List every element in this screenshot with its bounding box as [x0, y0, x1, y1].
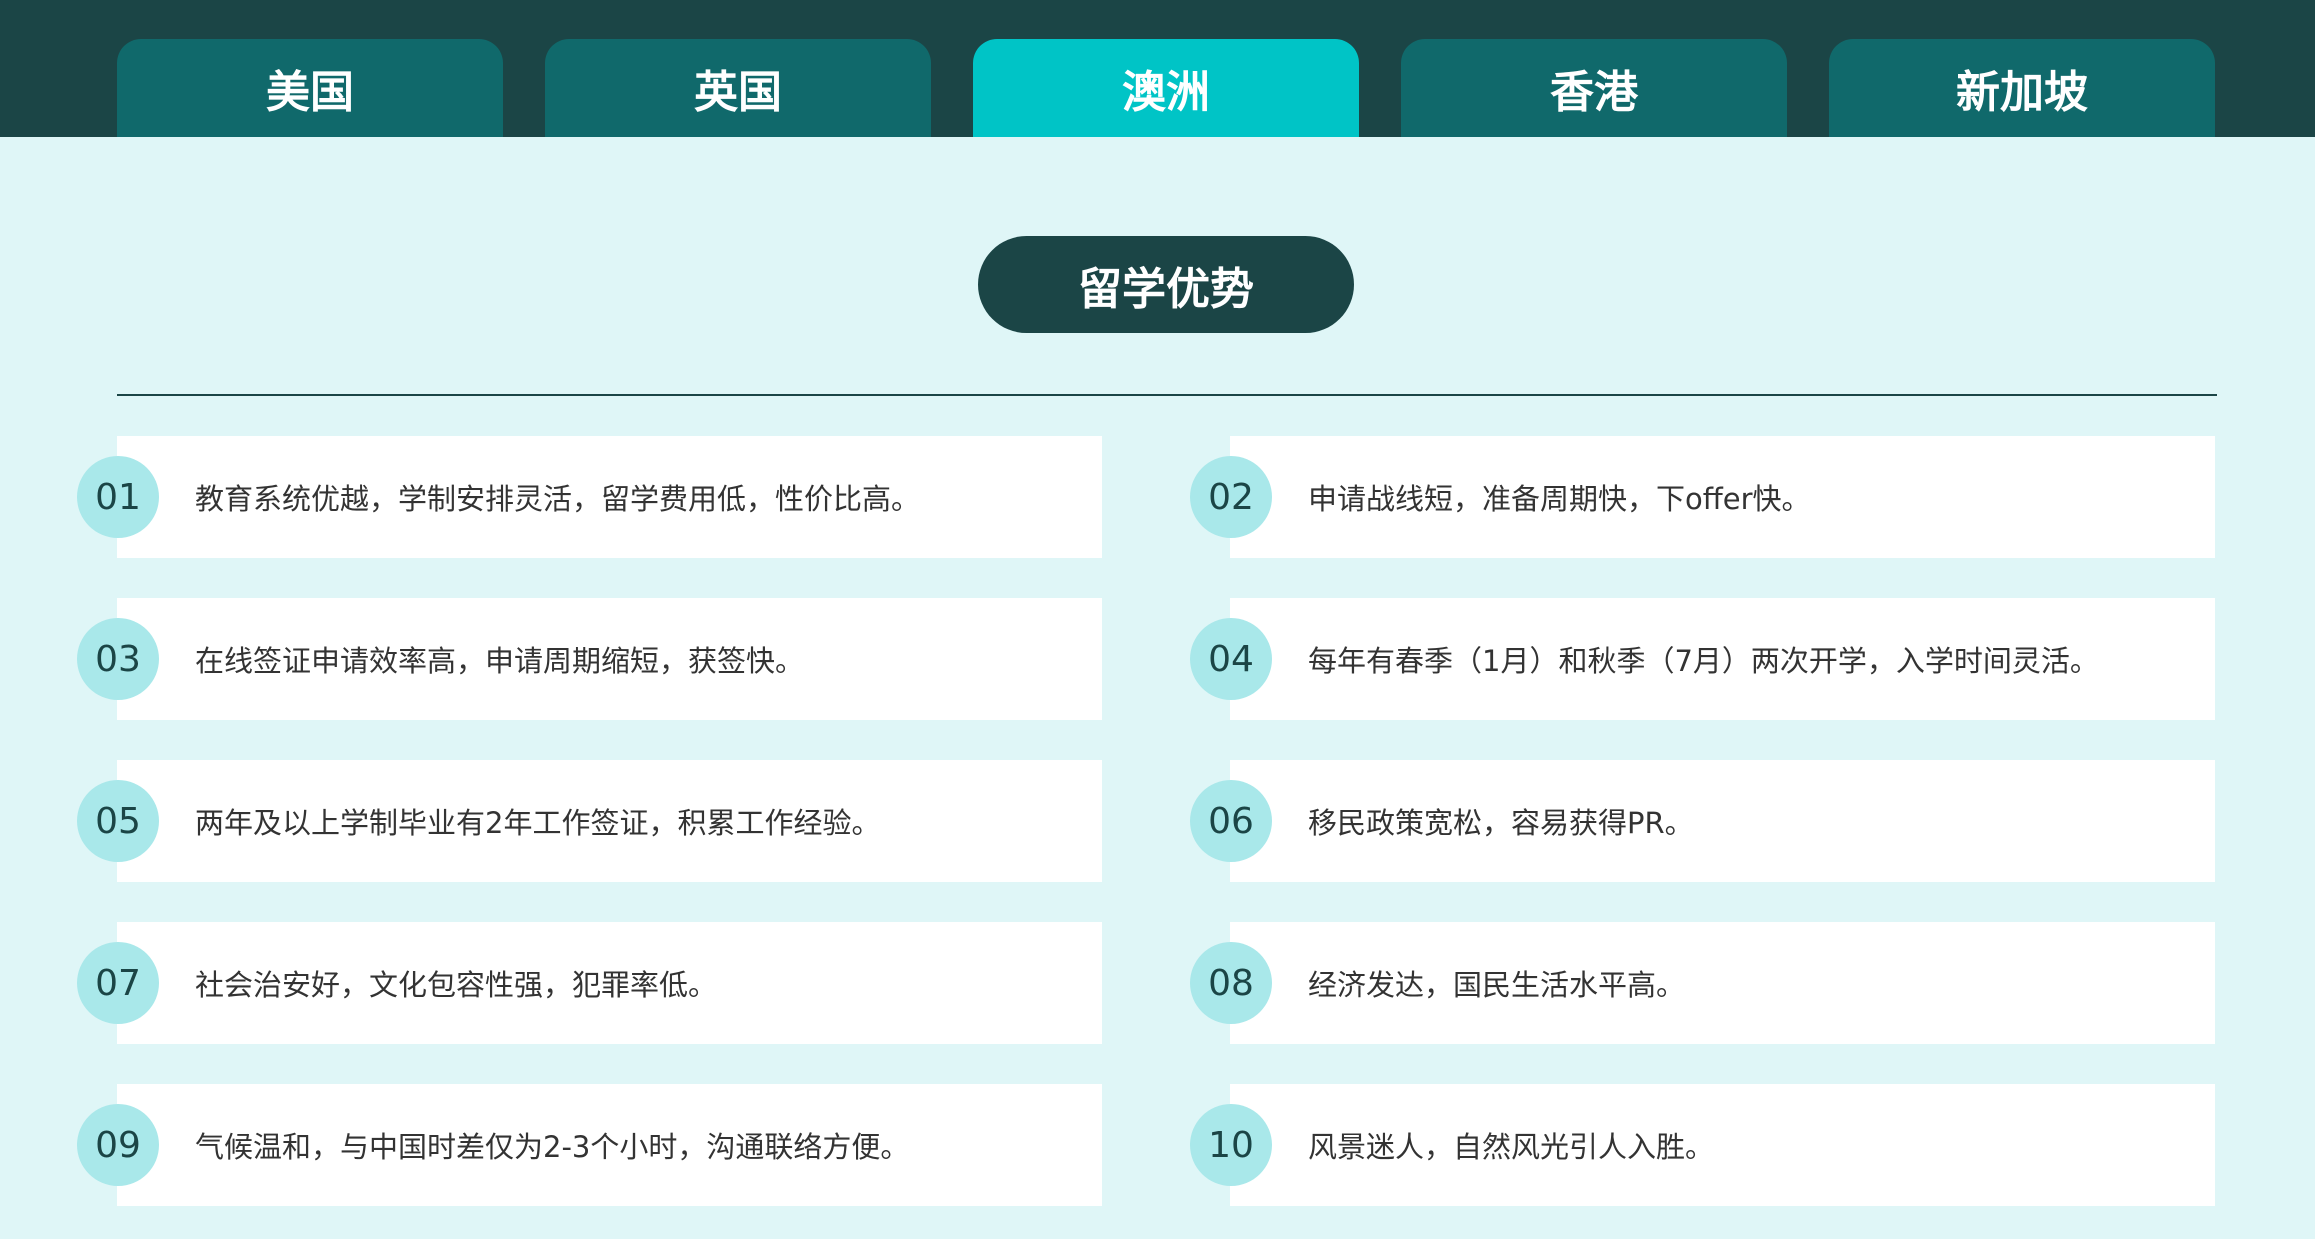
tab-uk[interactable]: 英国: [545, 39, 931, 137]
advantage-card-06: 06 移民政策宽松，容易获得PR。: [1190, 760, 2215, 882]
advantage-card-03: 03 在线签证申请效率高，申请周期缩短，获签快。: [77, 598, 1102, 720]
tab-usa[interactable]: 美国: [117, 39, 503, 137]
number-badge: 07: [77, 942, 159, 1024]
advantage-text: 申请战线短，准备周期快，下offer快。: [1308, 482, 1811, 516]
number-badge: 02: [1190, 456, 1272, 538]
advantage-text: 每年有春季（1月）和秋季（7月）两次开学，入学时间灵活。: [1308, 644, 2099, 678]
advantage-card-01: 01 教育系统优越，学制安排灵活，留学费用低，性价比高。: [77, 436, 1102, 558]
number-badge: 06: [1190, 780, 1272, 862]
tab-singapore[interactable]: 新加坡: [1829, 39, 2215, 137]
advantage-text: 经济发达，国民生活水平高。: [1308, 968, 1686, 1002]
advantage-text: 两年及以上学制毕业有2年工作签证，积累工作经验。: [195, 806, 881, 840]
number-badge: 08: [1190, 942, 1272, 1024]
number-badge: 09: [77, 1104, 159, 1186]
advantage-card-10: 10 风景迷人，自然风光引人入胜。: [1190, 1084, 2215, 1206]
advantage-text: 社会治安好，文化包容性强，犯罪率低。: [195, 968, 718, 1002]
advantage-card-09: 09 气候温和，与中国时差仅为2-3个小时，沟通联络方便。: [77, 1084, 1102, 1206]
advantage-text: 移民政策宽松，容易获得PR。: [1308, 806, 1694, 840]
advantage-card-05: 05 两年及以上学制毕业有2年工作签证，积累工作经验。: [77, 760, 1102, 882]
section-divider: [117, 394, 2217, 396]
advantage-text: 在线签证申请效率高，申请周期缩短，获签快。: [195, 644, 805, 678]
top-nav-bar: 美国 英国 澳洲 香港 新加坡: [0, 0, 2315, 137]
number-badge: 05: [77, 780, 159, 862]
advantage-card-07: 07 社会治安好，文化包容性强，犯罪率低。: [77, 922, 1102, 1044]
section-title: 留学优势: [978, 236, 1354, 333]
tab-australia[interactable]: 澳洲: [973, 39, 1359, 137]
advantage-card-08: 08 经济发达，国民生活水平高。: [1190, 922, 2215, 1044]
tab-hong-kong[interactable]: 香港: [1401, 39, 1787, 137]
number-badge: 10: [1190, 1104, 1272, 1186]
number-badge: 04: [1190, 618, 1272, 700]
advantage-text: 气候温和，与中国时差仅为2-3个小时，沟通联络方便。: [195, 1130, 910, 1164]
advantage-text: 风景迷人，自然风光引人入胜。: [1308, 1130, 1715, 1164]
number-badge: 01: [77, 456, 159, 538]
number-badge: 03: [77, 618, 159, 700]
advantage-card-02: 02 申请战线短，准备周期快，下offer快。: [1190, 436, 2215, 558]
advantage-card-04: 04 每年有春季（1月）和秋季（7月）两次开学，入学时间灵活。: [1190, 598, 2215, 720]
advantage-text: 教育系统优越，学制安排灵活，留学费用低，性价比高。: [195, 482, 921, 516]
